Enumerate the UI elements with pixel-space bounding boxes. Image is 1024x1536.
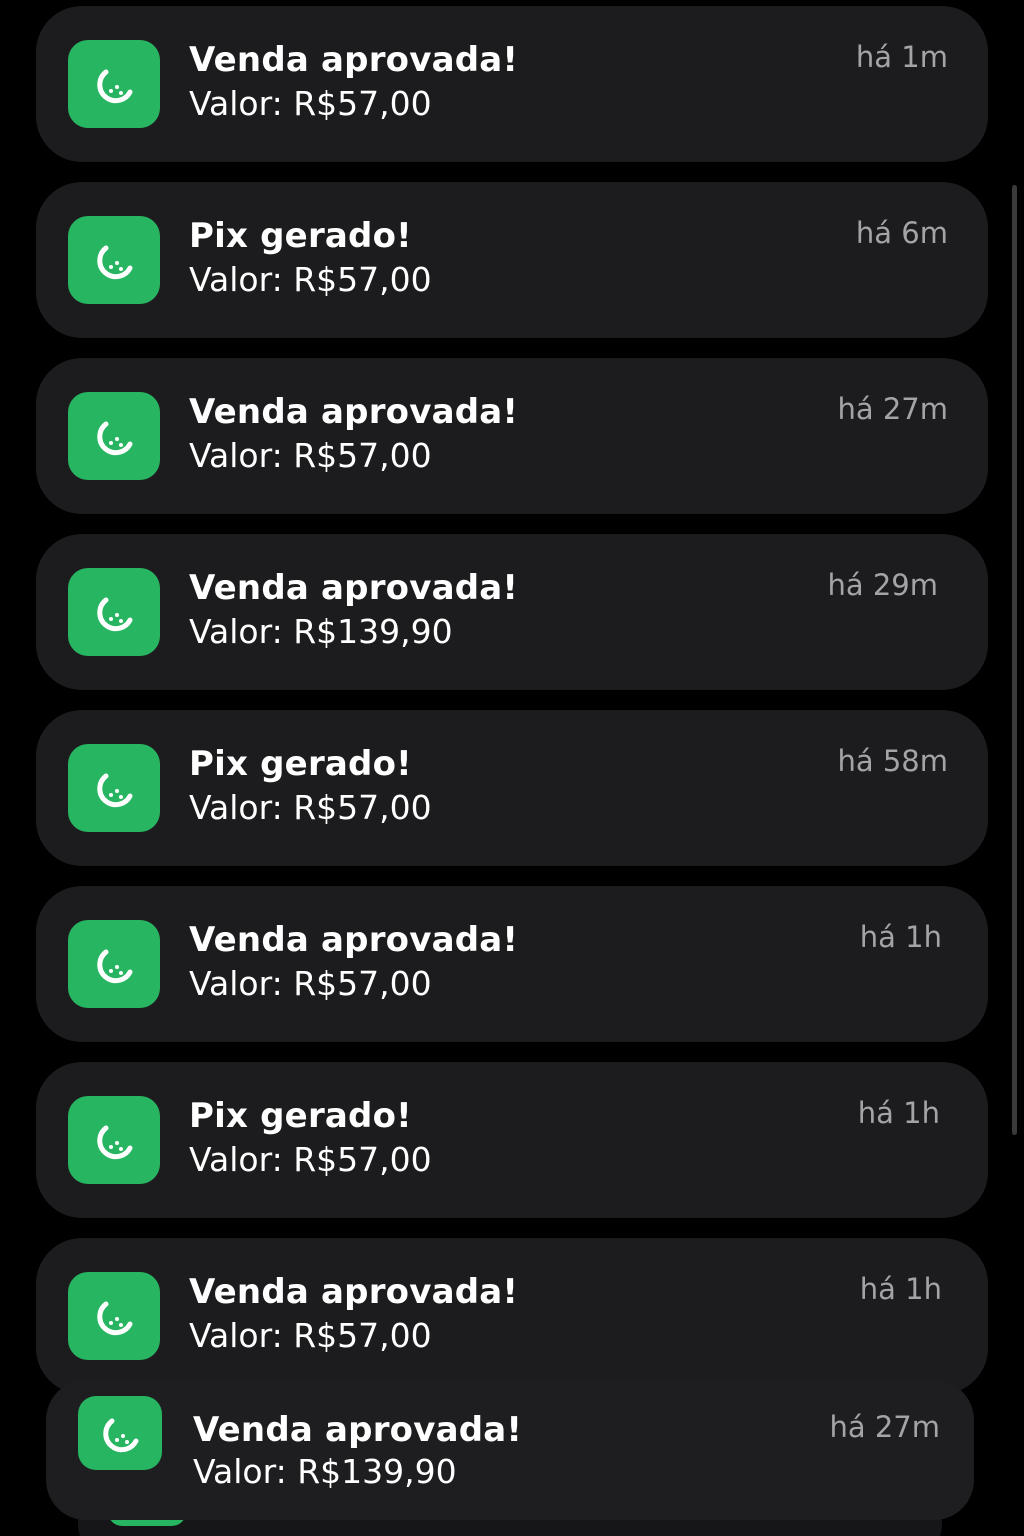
notification-title: Venda aprovada! — [189, 568, 519, 608]
notification-title: Pix gerado! — [189, 216, 412, 256]
notification-card[interactable]: Pix gerado! Valor: R$57,00 há 58m — [36, 710, 988, 866]
notification-card[interactable]: Pix gerado! Valor: R$57,00 há 1h — [36, 1062, 988, 1218]
notification-time: há 58m — [837, 744, 948, 778]
notification-center: Venda aprovada! Valor: R$57,00 há 1m Pix… — [0, 0, 1024, 1536]
notification-time: há 27m — [837, 392, 948, 426]
notification-card[interactable]: Venda aprovada! Valor: R$57,00 há 1h — [36, 886, 988, 1042]
notification-card[interactable]: Venda aprovada! Valor: R$57,00 há 27m — [36, 358, 988, 514]
notification-time: há 29m — [827, 568, 938, 602]
notification-value: Valor: R$57,00 — [189, 1316, 432, 1355]
notification-time: há 1m — [855, 40, 948, 74]
notification-card[interactable]: Venda aprovada! Valor: R$139,90 há 29m — [36, 534, 988, 690]
notification-value: Valor: R$57,00 — [189, 84, 432, 123]
notification-value: Valor: R$57,00 — [189, 964, 432, 1003]
notification-value: Valor: R$57,00 — [189, 1140, 432, 1179]
notification-time: há 1h — [859, 1272, 942, 1306]
lime-slice-icon — [68, 216, 160, 304]
notification-value: Valor: R$139,90 — [193, 1452, 457, 1491]
lime-slice-icon — [68, 568, 160, 656]
notification-card[interactable]: Pix gerado! Valor: R$57,00 há 6m — [36, 182, 988, 338]
lime-slice-icon — [68, 744, 160, 832]
lime-slice-icon — [68, 392, 160, 480]
notification-card[interactable]: Venda aprovada! Valor: R$57,00 há 1m — [36, 6, 988, 162]
notification-value: Valor: R$139,90 — [189, 612, 453, 651]
notification-time: há 1h — [857, 1096, 940, 1130]
notification-title: Venda aprovada! — [189, 920, 519, 960]
lime-slice-icon — [68, 1096, 160, 1184]
notification-value: Valor: R$57,00 — [189, 436, 432, 475]
lime-slice-icon — [68, 40, 160, 128]
notification-value: Valor: R$57,00 — [189, 788, 432, 827]
notification-card[interactable]: Venda aprovada! Valor: R$139,90 há 27m — [46, 1380, 974, 1520]
notification-title: Venda aprovada! — [189, 1272, 519, 1312]
notification-title: Venda aprovada! — [193, 1410, 523, 1450]
notification-title: Pix gerado! — [189, 1096, 412, 1136]
notification-title: Venda aprovada! — [189, 40, 519, 80]
notification-time: há 27m — [829, 1410, 940, 1444]
lime-slice-icon — [68, 920, 160, 1008]
notification-time: há 1h — [859, 920, 942, 954]
notification-title: Pix gerado! — [189, 744, 412, 784]
notification-value: Valor: R$57,00 — [189, 260, 432, 299]
notification-card[interactable]: Venda aprovada! Valor: R$57,00 há 1h — [36, 1238, 988, 1394]
notification-time: há 6m — [855, 216, 948, 250]
lime-slice-icon — [68, 1272, 160, 1360]
lime-slice-icon — [78, 1396, 162, 1470]
scrollbar[interactable] — [1012, 185, 1017, 1135]
notification-title: Venda aprovada! — [189, 392, 519, 432]
